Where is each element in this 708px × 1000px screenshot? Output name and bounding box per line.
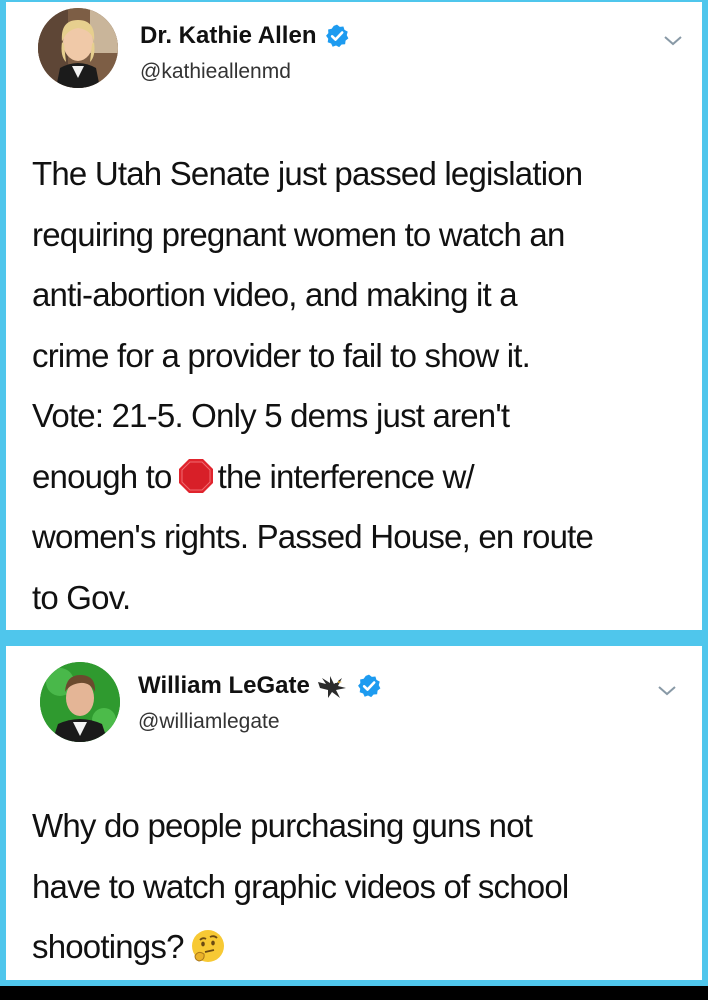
tweet-card-1[interactable]: Dr. Kathie Allen @kathieallenmd The Utah… [6,2,702,630]
tweet-author[interactable]: Dr. Kathie Allen [140,22,350,50]
tweet-text-line: The Utah Senate just passed legislation [32,155,583,192]
tweet-text-fragment: shootings? [32,928,184,965]
avatar[interactable] [40,662,120,742]
tweet-handle[interactable]: @kathieallenmd [140,60,291,84]
tweet-author[interactable]: William LeGate [138,672,382,700]
tweet-text-line: requiring pregnant women to watch an [32,215,565,253]
tweet-text-line: crime for a provider to fail to show it. [32,336,531,374]
tweet-text-line: Why do people purchasing guns not [32,807,533,844]
bottom-bar [0,986,708,1000]
thinking-face-icon [191,930,224,962]
tweet-text: Why do people purchasing guns not have t… [32,796,682,978]
stop-sign-icon [178,458,213,493]
tweet-text-line: anti-abortion video, and making it a [32,276,518,313]
tweet-text-line-emoji: shootings? [32,917,682,978]
verified-badge-icon [357,674,381,698]
tweet-text-fragment: the interference w/ [217,457,475,495]
avatar[interactable] [38,8,118,88]
author-name[interactable]: William LeGate [138,672,310,700]
chevron-down-icon[interactable] [662,34,684,48]
verified-badge-icon [326,24,349,48]
author-name[interactable]: Dr. Kathie Allen [140,22,316,50]
tweet-text-line: women's rights. Passed House, en route [32,518,594,555]
tweet-handle[interactable]: @williamlegate [138,710,280,734]
tweet-text-fragment: enough to [32,457,172,495]
eagle-icon [317,676,346,698]
tweet-text-line: to Gov. [32,578,131,616]
tweet-text-line-emoji: enough to the interference w/ [32,447,682,508]
tweet-text-line: Vote: 21-5. Only 5 dems just aren't [32,397,510,434]
tweet-card-2[interactable]: William LeGate @williamlegate Why do peo… [6,646,702,980]
tweet-text-line: have to watch graphic videos of school [32,867,569,905]
tweet-text: The Utah Senate just passed legislation … [32,144,682,628]
chevron-down-icon[interactable] [656,684,678,698]
